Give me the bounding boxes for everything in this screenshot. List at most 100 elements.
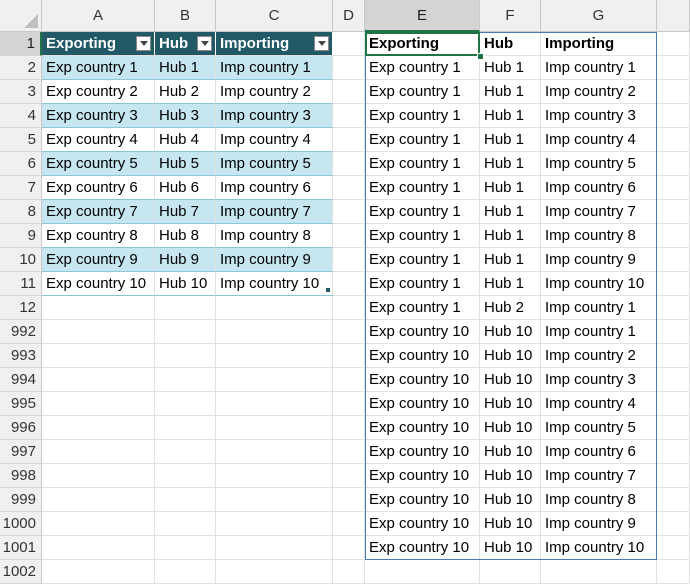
table-cell[interactable]: Exp country 8 — [42, 224, 155, 248]
grid-cell[interactable] — [42, 464, 155, 488]
row-header-5[interactable]: 5 — [0, 128, 42, 152]
grid-cell[interactable] — [657, 104, 690, 128]
filter-dropdown-icon[interactable] — [314, 36, 329, 51]
grid-cell[interactable] — [657, 392, 690, 416]
grid-cell[interactable] — [333, 464, 365, 488]
result-cell[interactable]: Imp country 1 — [541, 320, 657, 344]
grid-cell[interactable] — [333, 344, 365, 368]
table-cell[interactable]: Hub 8 — [155, 224, 216, 248]
grid-cell[interactable] — [333, 536, 365, 560]
result-cell[interactable]: Exp country 1 — [365, 128, 480, 152]
row-header-1002[interactable]: 1002 — [0, 560, 42, 584]
result-cell[interactable]: Hub 1 — [480, 56, 541, 80]
grid-cell[interactable] — [333, 200, 365, 224]
result-cell[interactable]: Imp country 1 — [541, 56, 657, 80]
grid-cell[interactable] — [333, 128, 365, 152]
result-cell[interactable]: Hub 10 — [480, 512, 541, 536]
grid-cell[interactable] — [155, 512, 216, 536]
grid-cell[interactable] — [333, 80, 365, 104]
result-cell[interactable]: Imp country 7 — [541, 464, 657, 488]
grid-cell[interactable] — [42, 416, 155, 440]
filter-dropdown-icon[interactable] — [197, 36, 212, 51]
table-cell[interactable]: Hub 7 — [155, 200, 216, 224]
result-cell[interactable]: Exp country 10 — [365, 416, 480, 440]
result-cell[interactable]: Imp country 10 — [541, 536, 657, 560]
grid-cell[interactable] — [480, 560, 541, 584]
result-cell[interactable]: Hub 1 — [480, 224, 541, 248]
grid-cell[interactable] — [657, 464, 690, 488]
result-cell[interactable]: Imp country 6 — [541, 440, 657, 464]
row-header-3[interactable]: 3 — [0, 80, 42, 104]
table-cell[interactable]: Imp country 3 — [216, 104, 333, 128]
grid-cell[interactable] — [333, 368, 365, 392]
grid-cell[interactable] — [657, 152, 690, 176]
grid-cell[interactable] — [333, 224, 365, 248]
result-cell[interactable]: Imp country 7 — [541, 200, 657, 224]
result-cell[interactable]: Imp country 5 — [541, 152, 657, 176]
result-cell[interactable]: Exp country 10 — [365, 440, 480, 464]
grid-cell[interactable] — [42, 320, 155, 344]
result-cell[interactable]: Hub 10 — [480, 320, 541, 344]
row-header-999[interactable]: 999 — [0, 488, 42, 512]
grid-cell[interactable] — [155, 440, 216, 464]
result-cell[interactable]: Imp country 4 — [541, 392, 657, 416]
result-cell[interactable]: Imp country 9 — [541, 248, 657, 272]
table-cell[interactable]: Hub 1 — [155, 56, 216, 80]
result-cell[interactable]: Exp country 1 — [365, 176, 480, 200]
grid-cell[interactable] — [333, 272, 365, 296]
result-cell[interactable]: Exp country 10 — [365, 368, 480, 392]
result-cell[interactable]: Exp country 1 — [365, 104, 480, 128]
grid-cell[interactable] — [216, 488, 333, 512]
grid-cell[interactable] — [333, 440, 365, 464]
grid-cell[interactable] — [333, 56, 365, 80]
filter-dropdown-icon[interactable] — [136, 36, 151, 51]
table-cell[interactable]: Hub 4 — [155, 128, 216, 152]
grid-cell[interactable] — [155, 488, 216, 512]
grid-cell[interactable] — [333, 296, 365, 320]
column-header-f[interactable]: F — [480, 0, 541, 32]
grid-cell[interactable] — [333, 152, 365, 176]
result-cell[interactable]: Hub 10 — [480, 368, 541, 392]
result-cell[interactable]: Hub 10 — [480, 464, 541, 488]
row-header-9[interactable]: 9 — [0, 224, 42, 248]
result-cell[interactable]: Imp country 3 — [541, 104, 657, 128]
result-cell[interactable]: Hub 2 — [480, 296, 541, 320]
table-cell[interactable]: Imp country 1 — [216, 56, 333, 80]
result-cell[interactable]: Exp country 10 — [365, 344, 480, 368]
grid-cell[interactable] — [155, 344, 216, 368]
spreadsheet-grid[interactable]: A B C D E F G 1 2 3 4 5 6 7 8 9 10 11 12 992 993 994 995 996 997… — [0, 0, 690, 584]
result-cell[interactable]: Exp country 10 — [365, 536, 480, 560]
result-cell[interactable]: Hub 10 — [480, 440, 541, 464]
row-header-998[interactable]: 998 — [0, 464, 42, 488]
grid-cell[interactable] — [657, 368, 690, 392]
column-header-b[interactable]: B — [155, 0, 216, 32]
row-header-8[interactable]: 8 — [0, 200, 42, 224]
grid-cell[interactable] — [657, 536, 690, 560]
grid-cell[interactable] — [216, 560, 333, 584]
column-header-c[interactable]: C — [216, 0, 333, 32]
grid-cell[interactable] — [333, 104, 365, 128]
grid-cell[interactable] — [657, 176, 690, 200]
table-cell[interactable]: Imp country 6 — [216, 176, 333, 200]
table-cell[interactable]: Exp country 9 — [42, 248, 155, 272]
result-cell[interactable]: Hub 10 — [480, 536, 541, 560]
column-header-e[interactable]: E — [365, 0, 480, 32]
grid-cell[interactable] — [333, 392, 365, 416]
result-cell[interactable]: Hub 1 — [480, 176, 541, 200]
grid-cell[interactable] — [216, 464, 333, 488]
row-header-995[interactable]: 995 — [0, 392, 42, 416]
result-cell[interactable]: Exp country 1 — [365, 200, 480, 224]
column-header-a[interactable]: A — [42, 0, 155, 32]
grid-cell[interactable] — [216, 536, 333, 560]
grid-cell[interactable] — [216, 344, 333, 368]
result-cell[interactable]: Hub 1 — [480, 248, 541, 272]
grid-cell[interactable] — [42, 440, 155, 464]
table-cell[interactable]: Hub 2 — [155, 80, 216, 104]
table-cell[interactable]: Exp country 6 — [42, 176, 155, 200]
result-header-importing[interactable]: Importing — [541, 32, 657, 56]
row-header-7[interactable]: 7 — [0, 176, 42, 200]
grid-cell[interactable] — [657, 248, 690, 272]
row-header-11[interactable]: 11 — [0, 272, 42, 296]
result-cell[interactable]: Imp country 5 — [541, 416, 657, 440]
row-header-997[interactable]: 997 — [0, 440, 42, 464]
